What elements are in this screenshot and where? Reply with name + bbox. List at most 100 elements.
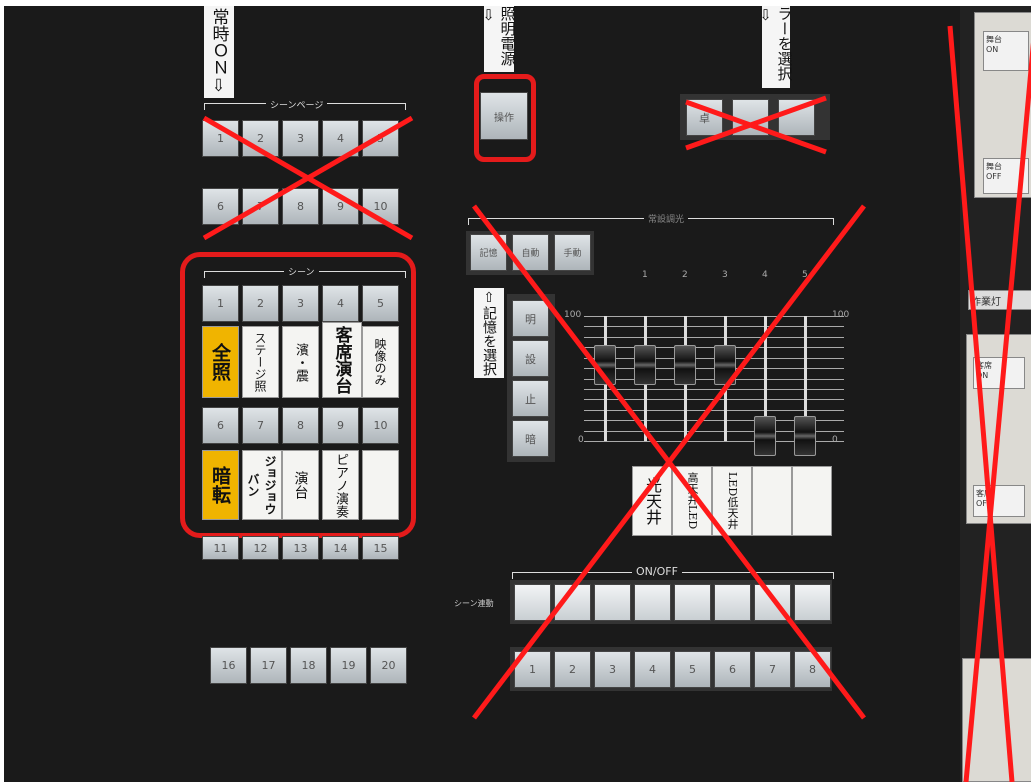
scene-button[interactable]: 9	[322, 407, 359, 444]
fader-knob[interactable]	[714, 345, 736, 386]
scene-button[interactable]: 18	[290, 647, 327, 684]
fader-number: 5	[802, 270, 808, 280]
onoff-label: ON/OFF	[632, 565, 682, 578]
onoff-button[interactable]: 3	[594, 651, 631, 688]
scene-page-button[interactable]: 9	[322, 188, 359, 225]
scene-button[interactable]: 7	[242, 407, 279, 444]
scene-button[interactable]: 16	[210, 647, 247, 684]
scene-page-button[interactable]: 5	[362, 120, 399, 157]
fader-knob[interactable]	[634, 345, 656, 386]
scene-page-button[interactable]: 10	[362, 188, 399, 225]
audience-on-switch[interactable]: 客席 ON	[973, 357, 1025, 389]
scene-button[interactable]: 17	[250, 647, 287, 684]
memory-select-label: ⇧記憶を選択	[474, 288, 504, 378]
onoff-button[interactable]: 5	[674, 651, 711, 688]
scene-button[interactable]: 6	[202, 407, 239, 444]
scene-card-stage: ステージ照	[242, 326, 279, 398]
select-label: ラーを選択⇩	[757, 6, 794, 88]
fader-card-empty-1	[752, 466, 792, 536]
work-light-label: 作業灯	[968, 290, 1031, 310]
scene-page-button[interactable]: 1	[202, 120, 239, 157]
stage-on-switch[interactable]: 舞台 ON	[983, 31, 1029, 71]
fader-number: 1	[642, 270, 648, 280]
onoff-button[interactable]: 2	[554, 651, 591, 688]
top-select-button-1[interactable]: 卓	[686, 99, 723, 136]
scene-link-label: シーン連動	[454, 599, 494, 608]
scene-card-audience-podium: 客席演台	[322, 322, 362, 398]
scene-page-button[interactable]: 7	[242, 188, 279, 225]
onoff-button[interactable]: 7	[754, 651, 791, 688]
fader-knob[interactable]	[794, 415, 816, 456]
scene-card-blackout: 暗転	[202, 450, 239, 520]
top-select-button-3[interactable]	[778, 99, 815, 136]
onoff-button[interactable]: 1	[514, 651, 551, 688]
fader-section-label: 常設調光	[644, 212, 689, 225]
scene-link-button[interactable]	[754, 584, 791, 621]
scene-link-button[interactable]	[634, 584, 671, 621]
scene-button[interactable]: 2	[242, 285, 279, 322]
lighting-control-panel: 常時ＯＮ⇩ 照明電源⇩ 操作 ラーを選択⇩ 卓 シーンページ 1 2 3 4 5…	[4, 6, 1031, 782]
memory-dark-button[interactable]: 暗	[512, 420, 549, 457]
scene-card-2b: ジョジョウバン	[242, 450, 282, 520]
scene-page-label: シーンページ	[266, 98, 328, 111]
scene-link-button[interactable]	[594, 584, 631, 621]
scene-button[interactable]: 14	[322, 536, 359, 560]
fader-area: 1 2 3 4 5 100 0 100 0	[564, 256, 864, 456]
scene-button[interactable]: 3	[282, 285, 319, 322]
scene-card-video-only: 映像のみ	[362, 326, 399, 398]
fader-card-empty-2	[792, 466, 832, 536]
scene-page-button[interactable]: 8	[282, 188, 319, 225]
scene-link-button[interactable]	[554, 584, 591, 621]
fader-card-light-ceiling: 光天井	[632, 466, 672, 536]
power-label: 照明電源⇩	[480, 6, 517, 72]
fader-knob[interactable]	[674, 345, 696, 386]
scene-link-button[interactable]	[714, 584, 751, 621]
scene-button[interactable]: 15	[362, 536, 399, 560]
onoff-button[interactable]: 4	[634, 651, 671, 688]
scene-card-2: 濱・震	[282, 326, 319, 398]
side-panel-stage: 舞台 ON 舞台 OFF	[974, 12, 1031, 198]
always-on-label: 常時ＯＮ⇩	[204, 6, 234, 98]
scene-button[interactable]: 5	[362, 285, 399, 322]
fader-scale-label: 100	[564, 310, 582, 320]
scene-card-podium: 演台	[282, 450, 319, 520]
scene-link-button[interactable]	[794, 584, 831, 621]
onoff-button[interactable]: 6	[714, 651, 751, 688]
scene-button[interactable]: 4	[322, 285, 359, 322]
fader-scale-label: 0	[832, 435, 838, 445]
audience-off-switch[interactable]: 客席 OFF	[973, 485, 1025, 517]
memory-stop-button[interactable]: 止	[512, 380, 549, 417]
mode-auto-button[interactable]: 自動	[512, 234, 549, 271]
scene-button[interactable]: 12	[242, 536, 279, 560]
scene-button[interactable]: 20	[370, 647, 407, 684]
power-operate-button[interactable]: 操作	[480, 92, 528, 140]
side-panel-audience: 客席 ON 客席 OFF	[966, 334, 1031, 524]
scene-page-button[interactable]: 4	[322, 120, 359, 157]
scene-button[interactable]: 11	[202, 536, 239, 560]
scene-button[interactable]: 13	[282, 536, 319, 560]
scene-link-button[interactable]	[674, 584, 711, 621]
memory-bright-button[interactable]: 明	[512, 300, 549, 337]
fader-knob[interactable]	[754, 415, 776, 456]
stage-off-switch[interactable]: 舞台 OFF	[983, 158, 1029, 194]
scene-button[interactable]: 1	[202, 285, 239, 322]
memory-set-button[interactable]: 設	[512, 340, 549, 377]
scene-page-button[interactable]: 3	[282, 120, 319, 157]
fader-scale-label: 100	[832, 310, 850, 320]
scene-page-button[interactable]: 2	[242, 120, 279, 157]
scene-page-button[interactable]: 6	[202, 188, 239, 225]
side-panel-bottom	[962, 658, 1031, 782]
scene-button[interactable]: 10	[362, 407, 399, 444]
scene-button[interactable]: 8	[282, 407, 319, 444]
fader-number: 2	[682, 270, 688, 280]
onoff-button[interactable]: 8	[794, 651, 831, 688]
fader-knob[interactable]	[594, 345, 616, 386]
mode-memory-button[interactable]: 記憶	[470, 234, 507, 271]
top-select-button-2[interactable]	[732, 99, 769, 136]
fader-number: 3	[722, 270, 728, 280]
scene-link-button[interactable]	[514, 584, 551, 621]
scene-card-piano: ピアノ演奏	[322, 450, 359, 520]
fader-card-low-ceiling: LED低天井	[712, 466, 752, 536]
scene-button[interactable]: 19	[330, 647, 367, 684]
fader-card-high-ceiling: 高天井LED	[672, 466, 712, 536]
